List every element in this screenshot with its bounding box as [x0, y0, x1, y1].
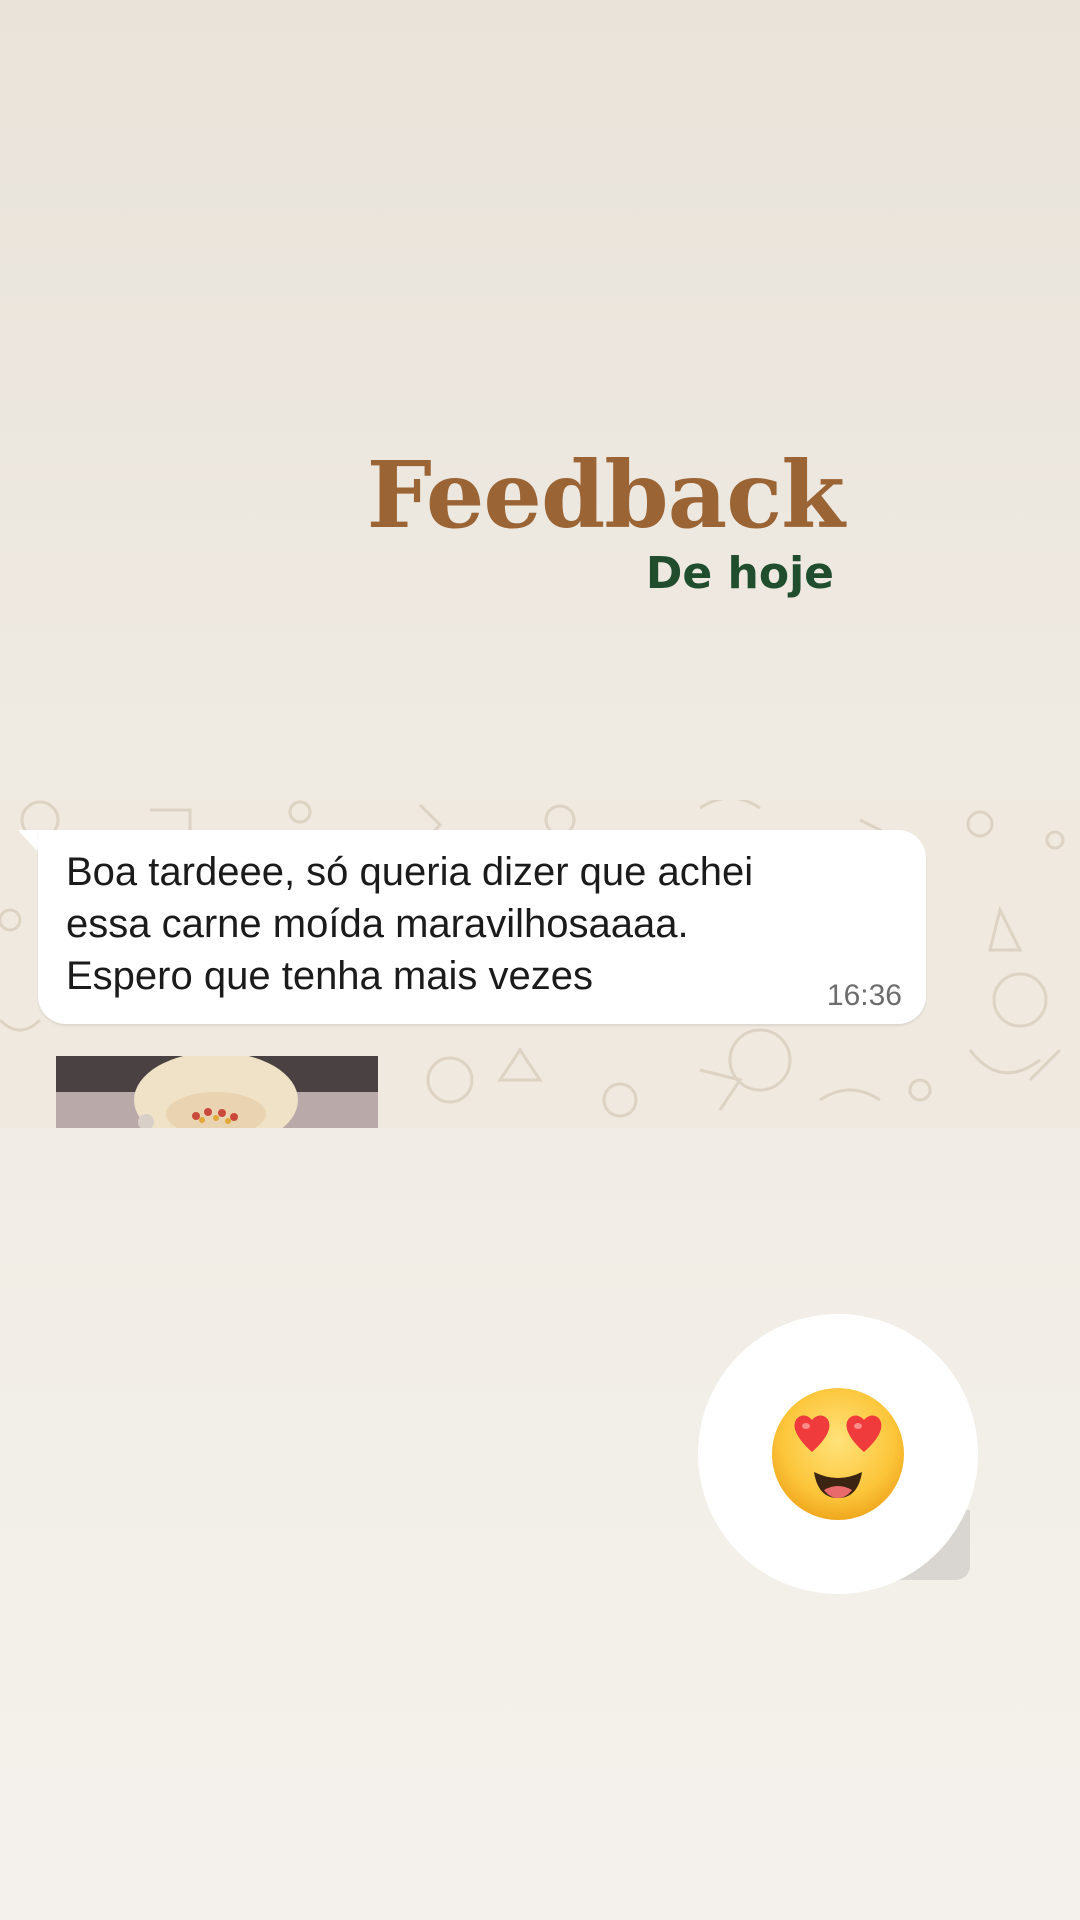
message-line: Espero que tenha mais vezes: [66, 954, 593, 998]
chat-screenshot: Boa tardeee, só queria dizer que achei e…: [0, 800, 1080, 1128]
heart-eyes-emoji-icon: [772, 1388, 904, 1520]
bubble-tail: [18, 830, 40, 854]
message-line: Boa tardeee, só queria dizer que achei: [66, 850, 754, 894]
page-subtitle: De hoje: [645, 548, 834, 599]
feedback-heading: Feedback De hoje: [0, 440, 1080, 620]
reaction-badge: [698, 1314, 978, 1594]
page-title: Feedback: [366, 441, 845, 549]
photo-thumbnail-image: [56, 1056, 378, 1128]
message-bubble: Boa tardeee, só queria dizer que achei e…: [38, 830, 926, 1024]
message-line: essa carne moída maravilhosaaaa.: [66, 902, 689, 946]
photo-thumbnail: [56, 1056, 378, 1128]
message-timestamp: 16:36: [826, 979, 902, 1012]
